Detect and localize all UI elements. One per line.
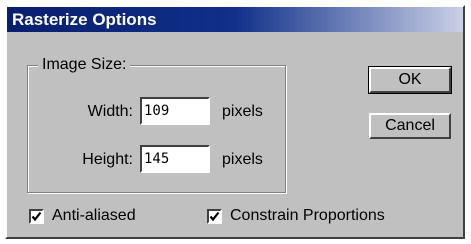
ok-button[interactable]: OK	[368, 66, 452, 94]
height-unit-label: pixels	[222, 151, 263, 168]
rasterize-options-dialog: Rasterize Options Image Size: Width: pix…	[5, 5, 465, 239]
anti-aliased-checkbox[interactable]	[29, 209, 44, 224]
dialog-title: Rasterize Options	[7, 7, 463, 32]
width-unit-label: pixels	[222, 103, 263, 120]
height-label: Height:	[82, 151, 133, 168]
height-input[interactable]	[140, 145, 210, 173]
image-size-group	[27, 65, 286, 193]
width-label: Width:	[87, 103, 133, 120]
constrain-proportions-checkbox[interactable]	[207, 209, 222, 224]
checkmark-icon	[209, 211, 220, 222]
cancel-button[interactable]: Cancel	[369, 113, 451, 139]
width-input[interactable]	[140, 97, 210, 125]
checkmark-icon	[31, 211, 42, 222]
image-size-label: Image Size:	[38, 55, 131, 75]
constrain-proportions-label[interactable]: Constrain Proportions	[230, 206, 385, 226]
anti-aliased-label[interactable]: Anti-aliased	[52, 206, 136, 226]
